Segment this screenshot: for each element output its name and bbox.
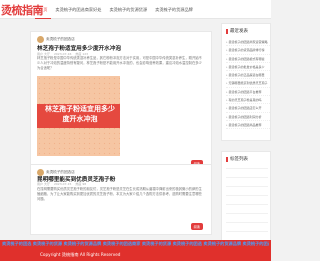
post-card: 卖烫梳子的团选店 昆明哪里能买到优质灵芝孢子粉 用户 大厅 2023-07-15… — [30, 164, 212, 235]
nav-home[interactable]: 首页 — [35, 0, 52, 19]
title-accent — [226, 28, 228, 34]
nav-item-1[interactable]: 卖烫梳子的团选商家好处 — [51, 0, 105, 19]
thumbnail-text: 林芝孢子粉适宜用多少度开水冲泡 — [45, 105, 115, 123]
recent-item[interactable]: 卖烫梳子的团选商品推荐 — [226, 121, 270, 130]
bottom-overlay-banner[interactable]: 卖烫梳子的团选 卖烫梳子的货源 卖烫梳子的货源品牌 卖烫梳子的团选商家 卖烫梳子… — [0, 240, 271, 261]
post-thumbnail[interactable]: 林芝孢子粉适宜用多少度开水冲泡 — [37, 76, 120, 156]
sidebar-recent-title: 最近发表 — [226, 28, 248, 34]
post-meta-views: 热度 98 — [75, 182, 87, 186]
sidebar-recent: 最近发表 卖烫梳子的团选商家运营策略 卖烫梳子的货源品牌排行榜 卖烫梳子的团选模… — [221, 23, 271, 141]
post-meta-date: 2023-07-15 — [53, 182, 72, 186]
read-more-button[interactable]: 阅读 — [190, 223, 203, 230]
overlay-link-text[interactable]: 卖烫梳子的团选 卖烫梳子的货源 卖烫梳子的货源品牌 卖烫梳子的团选商家 卖烫梳子… — [2, 241, 269, 247]
recent-item[interactable]: 卖烫梳子的团选店怎么开 — [226, 104, 270, 113]
recent-item[interactable]: 无锡哪里能买到优质灵芝孢子 — [226, 79, 270, 88]
recent-item[interactable]: 有的灵芝孢子粉是真的吗 — [226, 96, 270, 105]
recent-item[interactable]: 卖烫梳子的正品渠道在哪里 — [226, 71, 270, 80]
avatar — [37, 36, 44, 43]
tags-placeholder — [226, 168, 268, 249]
post-excerpt: 在昆明需要购买优质灵芝孢子粉的朋友们，灵芝孢子粉是灵芝在生长成熟期从菌褶中弹射出… — [37, 187, 202, 201]
copyright-text: Copyright 烫梳指南 All Rights Reserved — [40, 252, 121, 257]
sidebar-recent-label: 最近发表 — [230, 29, 248, 34]
sidebar-tags-label: 标签列表 — [230, 157, 248, 162]
post-meta-author: 用户 大厅 — [37, 182, 50, 186]
recent-item[interactable]: 卖烫梳子的团选商家运营策略 — [226, 38, 270, 47]
recent-item[interactable]: 卖烫梳子的团选利润分析 — [226, 113, 270, 121]
post-meta: 用户 大厅 2023-07-15 热度 98 — [37, 182, 86, 186]
post-excerpt: 林芝孢子粉是中国中华传统类滋补养生品，其它粉粉冲泡方法对于实用，可是中国中华传统… — [37, 56, 202, 70]
title-accent — [226, 156, 228, 162]
recent-item[interactable]: 卖烫梳子的货源品牌排行榜 — [226, 46, 270, 55]
nav-item-3[interactable]: 卖烫梳子的货源品牌 — [151, 0, 197, 19]
post-card: 卖烫梳子的团选店 林芝孢子粉适宜用多少度开水冲泡 用户 大厅 2023-07-1… — [30, 31, 212, 172]
main-nav: 首页 卖烫梳子的团选商家好处 卖烫梳子的货源货源 卖烫梳子的货源品牌 — [35, 0, 197, 19]
post-author[interactable]: 卖烫梳子的团选店 — [37, 36, 75, 43]
recent-item[interactable]: 卖烫梳子的批发价格是多少 — [226, 63, 270, 72]
recent-item[interactable]: 卖烫梳子的团选模式有哪些 — [226, 55, 270, 63]
sidebar-tags-title: 标签列表 — [226, 156, 248, 162]
author-name: 卖烫梳子的团选店 — [46, 37, 75, 41]
site-header: 烫梳指南 首页 卖烫梳子的团选商家好处 卖烫梳子的货源货源 卖烫梳子的货源品牌 — [0, 0, 271, 19]
post-title[interactable]: 林芝孢子粉适宜用多少度开水冲泡 — [37, 44, 121, 52]
recent-list: 卖烫梳子的团选商家运营策略 卖烫梳子的货源品牌排行榜 卖烫梳子的团选模式有哪些 … — [226, 38, 270, 130]
recent-item[interactable]: 卖烫梳子的团选平台推荐 — [226, 88, 270, 97]
nav-item-2[interactable]: 卖烫梳子的货源货源 — [105, 0, 151, 19]
